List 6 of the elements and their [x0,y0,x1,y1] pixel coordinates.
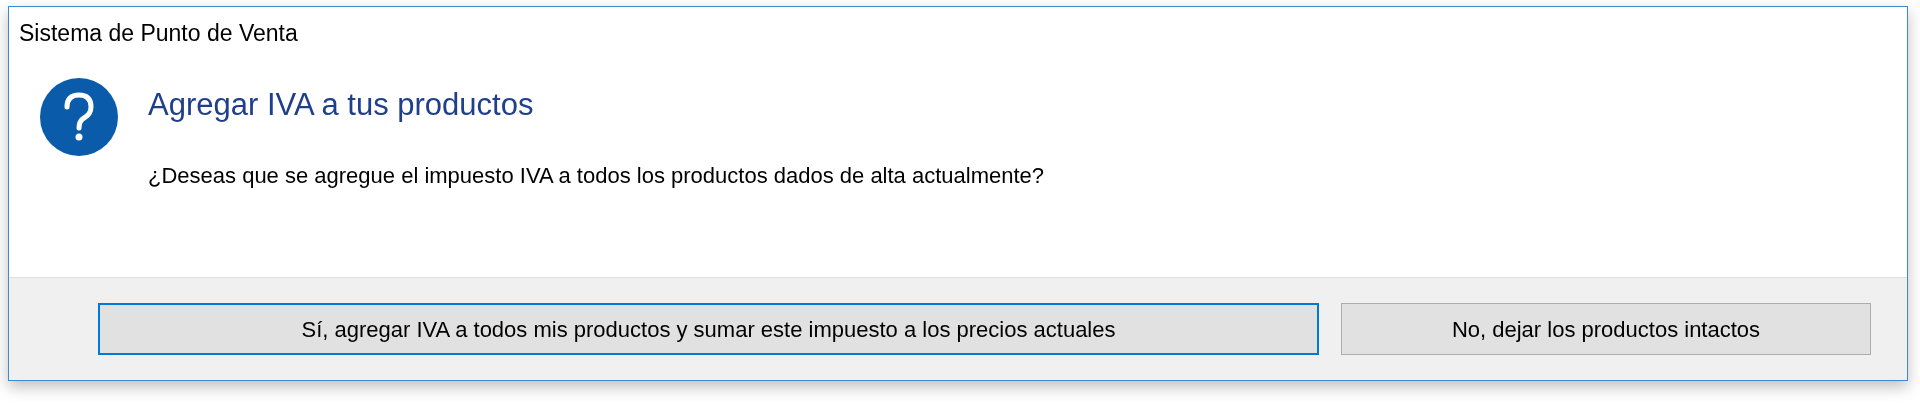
question-icon [39,77,119,157]
dialog-message: ¿Deseas que se agregue el impuesto IVA a todos los productos dados de alta actualmente? [148,162,1045,190]
window-title: Sistema de Punto de Venta [19,18,298,48]
dialog-button[interactable]: Sí, agregar IVA a todos mis productos y sumar este impuesto a los precios actuales [98,303,1319,355]
dialog-heading: Agregar IVA a tus productos [148,86,535,124]
dialog-button[interactable]: No, dejar los productos intactos [1341,303,1871,355]
